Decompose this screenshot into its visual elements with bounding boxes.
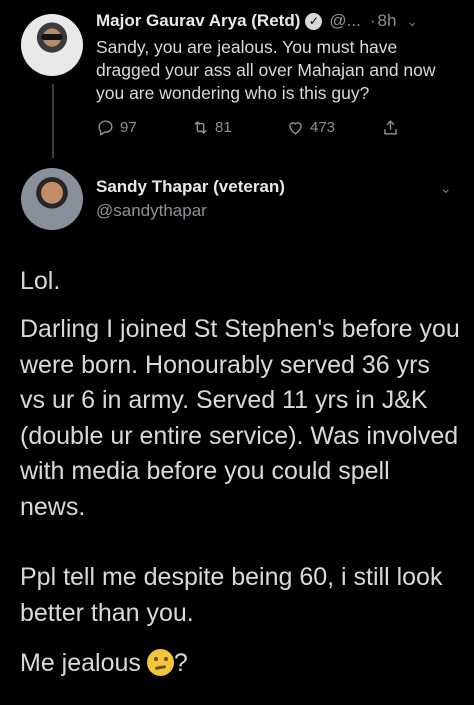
separator-dot: · xyxy=(369,11,376,30)
chevron-down-icon[interactable]: ⌄ xyxy=(440,180,452,197)
retweet-icon xyxy=(194,120,207,135)
like-button[interactable]: 473 xyxy=(286,118,335,137)
tweet-text-jealous: Me jealous xyxy=(20,649,141,677)
reply-button[interactable]: 97 xyxy=(96,118,137,137)
reply-count: 97 xyxy=(120,119,137,136)
retweet-count: 81 xyxy=(215,119,232,136)
parent-tweet-actions: 97 81 473 xyxy=(96,118,416,142)
share-icon xyxy=(384,120,397,135)
parent-author-avatar[interactable] xyxy=(21,14,83,76)
retweet-button[interactable]: 81 xyxy=(191,118,232,137)
tweet-paragraph-last: Me jealous? xyxy=(20,646,188,682)
parent-tweet-time[interactable]: 8h xyxy=(377,11,396,31)
main-author-name[interactable]: Sandy Thapar (veteran) xyxy=(96,177,285,197)
parent-tweet[interactable]: Major Gaurav Arya (Retd) ✓ @... · 8h ⌄ S… xyxy=(0,0,474,160)
tweet-paragraph: Ppl tell me despite being 60, i still lo… xyxy=(20,563,443,627)
share-button[interactable] xyxy=(381,118,400,137)
tweet-paragraph: Darling I joined St Stephen's before you… xyxy=(20,315,460,521)
parent-tweet-text: Sandy, you are jealous. You must have dr… xyxy=(96,37,436,103)
parent-author-handle[interactable]: @... xyxy=(329,11,360,31)
like-count: 473 xyxy=(310,119,336,136)
main-author-avatar[interactable] xyxy=(21,168,83,230)
main-author-handle[interactable]: @sandythapar xyxy=(96,201,207,221)
tweet-paragraph: Lol. xyxy=(20,267,61,295)
reply-icon xyxy=(98,120,113,136)
thinking-face-icon xyxy=(146,649,174,676)
verified-badge-icon: ✓ xyxy=(305,12,323,30)
avatar-glasses xyxy=(41,34,63,40)
chevron-down-icon[interactable]: ⌄ xyxy=(406,13,418,30)
parent-author-name[interactable]: Major Gaurav Arya (Retd) xyxy=(96,11,300,31)
like-icon xyxy=(289,122,302,135)
tweet-text-question: ? xyxy=(173,649,188,677)
parent-tweet-header: Major Gaurav Arya (Retd) ✓ @... · 8h ⌄ xyxy=(96,8,464,34)
